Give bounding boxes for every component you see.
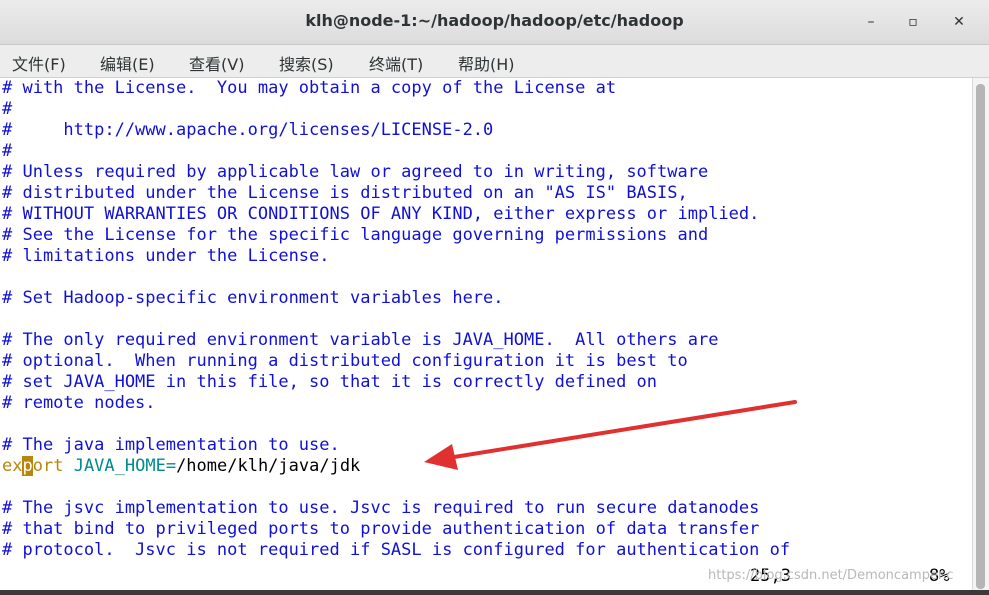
terminal-window: klh@node-1:~/hadoop/hadoop/etc/hadoop – … xyxy=(0,0,989,595)
desktop-bottom-edge xyxy=(0,590,989,595)
annotation-arrow xyxy=(424,400,797,470)
